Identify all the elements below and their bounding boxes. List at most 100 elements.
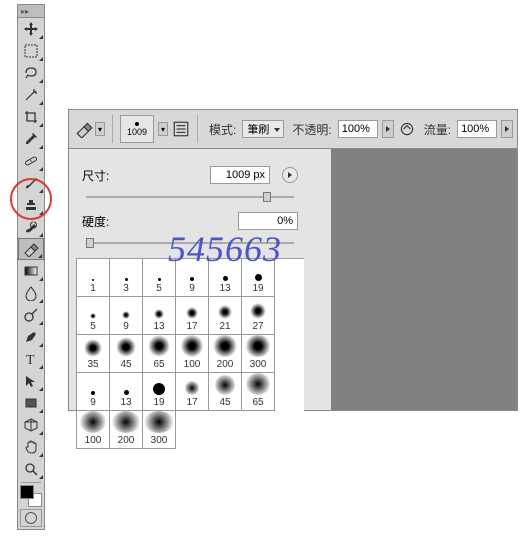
chevron-down-icon: ▾ bbox=[95, 122, 105, 136]
brush-preset[interactable]: 21 bbox=[209, 297, 242, 335]
brush-preset[interactable]: 300 bbox=[242, 335, 275, 373]
brush-preset[interactable]: 17 bbox=[176, 373, 209, 411]
move-tool[interactable] bbox=[18, 18, 44, 40]
brush-preset-size: 13 bbox=[120, 397, 131, 408]
brush-preset-size: 19 bbox=[153, 397, 164, 408]
brush-preset-size: 13 bbox=[153, 321, 164, 332]
brush-preset-size: 300 bbox=[250, 359, 267, 370]
brush-preset[interactable]: 3 bbox=[110, 259, 143, 297]
clone-stamp-tool[interactable] bbox=[18, 194, 44, 216]
flow-flyout[interactable] bbox=[501, 120, 513, 138]
mode-label: 模式: bbox=[209, 121, 236, 138]
brush-preset-size: 19 bbox=[252, 283, 263, 294]
brush-preset-size: 65 bbox=[252, 397, 263, 408]
quick-mask-toggle[interactable] bbox=[20, 509, 42, 527]
brush-preset[interactable]: 100 bbox=[77, 411, 110, 449]
brush-preset-size: 100 bbox=[184, 359, 201, 370]
brush-preset[interactable]: 45 bbox=[209, 373, 242, 411]
magic-wand-tool[interactable] bbox=[18, 84, 44, 106]
pen-tool[interactable] bbox=[18, 326, 44, 348]
brush-settings-popover: 尺寸: 硬度: 13591319591317212735456510020030… bbox=[76, 158, 304, 449]
brush-preset[interactable]: 19 bbox=[242, 259, 275, 297]
brush-preset[interactable]: 19 bbox=[143, 373, 176, 411]
color-swatches[interactable] bbox=[20, 485, 42, 507]
options-bar: ▾ 1009 ▾ 模式: 筆刷 不透明: 100% 流量: 100% bbox=[68, 109, 518, 149]
brush-preset-size: 17 bbox=[186, 397, 197, 408]
3d-tool[interactable] bbox=[18, 414, 44, 436]
brush-dot-icon bbox=[135, 122, 139, 126]
marquee-tool[interactable] bbox=[18, 40, 44, 62]
brush-preset[interactable]: 13 bbox=[209, 259, 242, 297]
brush-preset[interactable]: 5 bbox=[77, 297, 110, 335]
dodge-tool[interactable] bbox=[18, 304, 44, 326]
brush-preset[interactable]: 9 bbox=[110, 297, 143, 335]
brush-preset[interactable]: 1 bbox=[77, 259, 110, 297]
brush-preset[interactable]: 100 bbox=[176, 335, 209, 373]
hand-tool[interactable] bbox=[18, 436, 44, 458]
document-canvas-grey[interactable] bbox=[331, 148, 518, 411]
tool-preset-picker[interactable]: ▾ bbox=[75, 120, 105, 138]
eraser-tool[interactable] bbox=[18, 238, 44, 260]
brush-size-number: 1009 bbox=[127, 127, 147, 137]
brush-preset-size: 100 bbox=[85, 435, 102, 446]
brush-preset-size: 5 bbox=[156, 283, 162, 294]
brush-preset[interactable]: 13 bbox=[110, 373, 143, 411]
tablet-pressure-opacity-icon[interactable] bbox=[398, 120, 416, 138]
brush-preset[interactable]: 9 bbox=[77, 373, 110, 411]
brush-preset[interactable]: 200 bbox=[110, 411, 143, 449]
hardness-slider[interactable] bbox=[86, 238, 294, 248]
brush-preset[interactable]: 5 bbox=[143, 259, 176, 297]
brush-preset[interactable]: 35 bbox=[77, 335, 110, 373]
path-select-tool[interactable] bbox=[18, 370, 44, 392]
flow-label: 流量: bbox=[424, 121, 451, 138]
brush-preset-size: 27 bbox=[252, 321, 263, 332]
brush-preset-size: 1 bbox=[90, 283, 96, 294]
brush-preset-size: 65 bbox=[153, 359, 164, 370]
flyout-menu-button[interactable] bbox=[282, 167, 298, 183]
flow-input[interactable]: 100% bbox=[457, 120, 497, 138]
eraser-icon bbox=[75, 120, 93, 138]
size-slider[interactable] bbox=[86, 192, 294, 202]
history-brush-tool[interactable] bbox=[18, 216, 44, 238]
brush-preset-size: 35 bbox=[87, 359, 98, 370]
opacity-input[interactable]: 100% bbox=[338, 120, 378, 138]
brush-preset-size: 9 bbox=[123, 321, 129, 332]
brush-preset[interactable]: 300 bbox=[143, 411, 176, 449]
type-tool[interactable] bbox=[18, 348, 44, 370]
brush-preset-size: 300 bbox=[151, 435, 168, 446]
size-label: 尺寸: bbox=[82, 167, 122, 184]
brush-preset[interactable]: 65 bbox=[242, 373, 275, 411]
brush-preset[interactable]: 9 bbox=[176, 259, 209, 297]
hardness-input[interactable] bbox=[238, 212, 298, 230]
blur-tool[interactable] bbox=[18, 282, 44, 304]
eyedropper-tool[interactable] bbox=[18, 128, 44, 150]
brush-preset[interactable]: 200 bbox=[209, 335, 242, 373]
mode-select[interactable]: 筆刷 bbox=[242, 120, 284, 138]
brush-panel-toggle-icon[interactable] bbox=[172, 120, 190, 138]
brush-tool[interactable] bbox=[18, 172, 44, 194]
brush-preset-size: 13 bbox=[219, 283, 230, 294]
brush-preset-size: 3 bbox=[123, 283, 129, 294]
brush-preset-dropdown[interactable]: ▾ bbox=[158, 122, 168, 136]
foreground-color-swatch[interactable] bbox=[20, 485, 34, 499]
brush-preset[interactable]: 45 bbox=[110, 335, 143, 373]
crop-tool[interactable] bbox=[18, 106, 44, 128]
brush-preset[interactable]: 13 bbox=[143, 297, 176, 335]
opacity-flyout[interactable] bbox=[382, 120, 394, 138]
brush-preset-size: 9 bbox=[189, 283, 195, 294]
brush-preset-size: 21 bbox=[219, 321, 230, 332]
lasso-tool[interactable] bbox=[18, 62, 44, 84]
healing-brush-tool[interactable] bbox=[18, 150, 44, 172]
opacity-label: 不透明: bbox=[292, 121, 331, 138]
brush-preset-size: 200 bbox=[217, 359, 234, 370]
brush-preset[interactable]: 27 bbox=[242, 297, 275, 335]
gradient-tool[interactable] bbox=[18, 260, 44, 282]
brush-preset[interactable]: 65 bbox=[143, 335, 176, 373]
size-input[interactable] bbox=[210, 166, 270, 184]
panel-grip[interactable]: ▸▸ bbox=[18, 5, 44, 18]
rectangle-tool[interactable] bbox=[18, 392, 44, 414]
brush-preset[interactable]: 17 bbox=[176, 297, 209, 335]
hardness-label: 硬度: bbox=[82, 213, 122, 230]
brush-preset-picker[interactable]: 1009 bbox=[120, 115, 154, 143]
zoom-tool[interactable] bbox=[18, 458, 44, 480]
